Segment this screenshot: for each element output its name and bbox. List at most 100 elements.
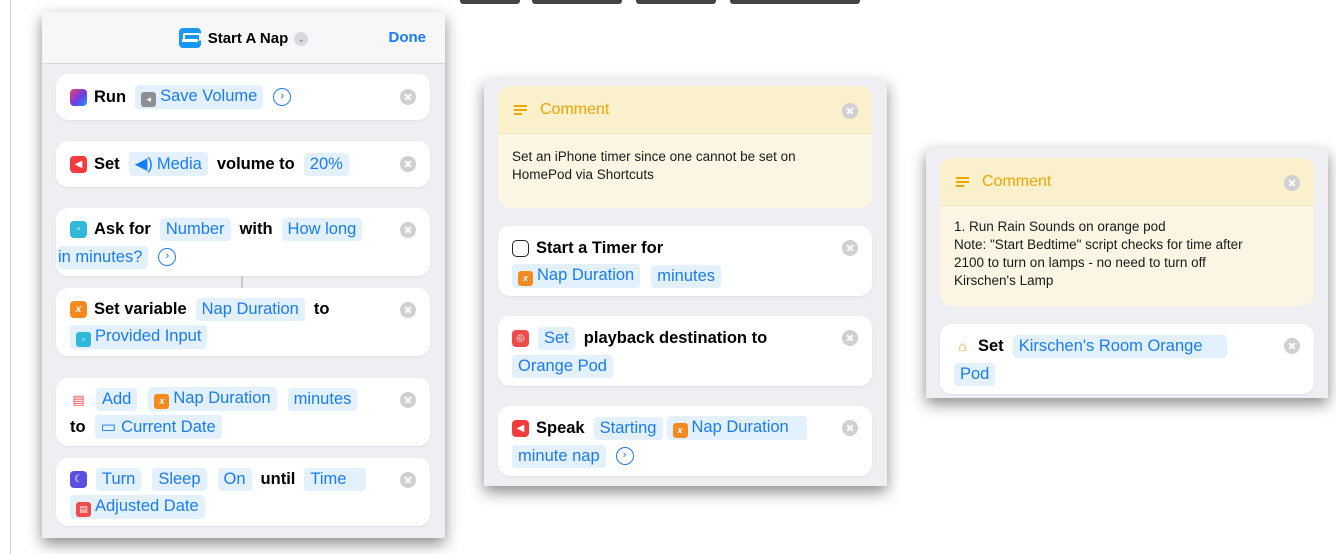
- comment-title: Comment: [540, 101, 610, 118]
- action-run-shortcut[interactable]: Run ◂ Save Volume ›: [56, 74, 430, 120]
- prompt-token-continued[interactable]: in minutes?: [58, 245, 149, 269]
- action-start-timer[interactable]: Start a Timer for x Nap Duration minutes: [498, 226, 872, 296]
- prompt-token[interactable]: How long: [281, 217, 363, 241]
- action-verb: Start a Timer for: [536, 238, 664, 257]
- action-text: until: [260, 469, 296, 488]
- action-verb: Set: [94, 154, 120, 173]
- comment-text[interactable]: 1. Run Rain Sounds on orange pod Note: "…: [954, 218, 1298, 290]
- action-verb: Speak: [536, 418, 585, 437]
- action-set-variable[interactable]: x Set variable Nap Duration to ▫ Provided…: [56, 288, 430, 356]
- speak-text-token-continued[interactable]: minute nap: [512, 444, 606, 468]
- action-connector: [241, 276, 243, 288]
- focus-mode-token[interactable]: Sleep: [152, 467, 207, 491]
- action-set-focus[interactable]: ☾ Turn Sleep On until Time ▤ Adjusted Dat…: [56, 458, 430, 526]
- calendar-icon: ▤: [70, 390, 87, 408]
- done-button[interactable]: Done: [389, 29, 427, 46]
- variable-token-label: Nap Duration: [691, 418, 789, 436]
- action-verb: Set variable: [94, 299, 187, 318]
- variable-token-label: Nap Duration: [173, 389, 271, 407]
- remove-action-icon[interactable]: [400, 222, 416, 238]
- ask-input-icon: ▫: [76, 332, 91, 347]
- action-speak[interactable]: ◀ Speak Starting x Nap Duration minute na…: [498, 406, 872, 476]
- clock-icon: [512, 239, 529, 257]
- remove-action-icon[interactable]: [842, 103, 858, 119]
- comment-action[interactable]: Comment 1. Run Rain Sounds on orange pod…: [940, 158, 1314, 306]
- remove-action-icon[interactable]: [400, 302, 416, 318]
- comment-action[interactable]: Comment Set an iPhone timer since one ca…: [498, 86, 872, 208]
- chevron-right-circle-icon[interactable]: ›: [158, 248, 177, 266]
- shortcut-actions-panel-3: Comment 1. Run Rain Sounds on orange pod…: [926, 148, 1328, 398]
- remove-action-icon[interactable]: [842, 330, 858, 346]
- variable-token[interactable]: x Nap Duration: [512, 264, 641, 288]
- variable-icon: x: [70, 300, 87, 318]
- variable-token[interactable]: x Nap Duration: [666, 416, 807, 440]
- toggle-token[interactable]: Turn: [96, 467, 142, 491]
- input-type-token[interactable]: Number: [159, 217, 231, 241]
- remove-action-icon[interactable]: [1284, 175, 1300, 191]
- variable-token-label: Nap Duration: [537, 266, 635, 284]
- current-date-label: Current Date: [121, 418, 216, 436]
- action-verb: Set: [978, 336, 1004, 355]
- scene-token-continued[interactable]: Pod: [954, 362, 996, 386]
- ask-input-icon: ▫: [70, 220, 87, 238]
- device-token[interactable]: Orange Pod: [512, 354, 613, 378]
- comment-text[interactable]: Set an iPhone timer since one cannot be …: [512, 148, 856, 184]
- remove-action-icon[interactable]: [1284, 338, 1300, 354]
- remove-action-icon[interactable]: [400, 89, 416, 105]
- home-icon: ⌂: [954, 337, 971, 355]
- shortcut-title-button[interactable]: Start A Nap ⌄: [42, 28, 445, 48]
- shortcut-title: Start A Nap: [207, 30, 289, 47]
- cropped-text-fragment: [460, 0, 870, 6]
- operation-token[interactable]: Add: [96, 387, 138, 411]
- text-lines-icon: [956, 177, 969, 187]
- variable-icon: x: [154, 394, 170, 409]
- action-set-playback-destination[interactable]: ◎ Set playback destination to Orange Pod: [498, 316, 872, 386]
- remove-action-icon[interactable]: [400, 156, 416, 172]
- provided-input-token[interactable]: ▫ Provided Input: [70, 325, 208, 349]
- moon-icon: ☾: [70, 470, 87, 488]
- action-adjust-date[interactable]: ▤ Add x Nap Duration minutes to ▭ Current …: [56, 378, 430, 446]
- airplay-icon: ◎: [512, 329, 529, 347]
- action-text: to: [313, 299, 330, 318]
- shortcut-token-label: Save Volume: [160, 87, 258, 105]
- scene-token[interactable]: Kirschen's Room Orange: [1012, 334, 1227, 358]
- action-ask-for-input[interactable]: ▫ Ask for Number with How long in minute…: [56, 208, 430, 276]
- chevron-down-icon[interactable]: ⌄: [294, 32, 309, 46]
- action-text: playback destination to: [583, 328, 768, 347]
- chevron-right-circle-icon[interactable]: ›: [615, 447, 634, 465]
- window-edge-line: [10, 0, 11, 554]
- volume-icon: ◀: [70, 155, 87, 173]
- unit-token[interactable]: minutes: [287, 387, 358, 411]
- adjusted-date-label: Adjusted Date: [95, 497, 199, 515]
- current-date-token[interactable]: ▭ Current Date: [94, 415, 222, 439]
- calendar-icon: ▭: [100, 418, 117, 436]
- shortcuts-app-icon: [70, 88, 87, 106]
- until-token[interactable]: Time: [304, 467, 367, 491]
- unit-token[interactable]: minutes: [651, 264, 722, 288]
- remove-action-icon[interactable]: [400, 392, 416, 408]
- variable-name-token[interactable]: Nap Duration: [195, 297, 305, 321]
- variable-icon: x: [672, 423, 688, 438]
- bed-icon: [178, 28, 201, 48]
- provided-input-label: Provided Input: [95, 327, 202, 345]
- speak-text-token[interactable]: Starting: [593, 416, 663, 440]
- set-token[interactable]: Set: [538, 326, 575, 350]
- action-set-volume[interactable]: ◀ Set ◀) Media volume to 20%: [56, 141, 430, 187]
- media-token[interactable]: ◀) Media: [128, 152, 208, 176]
- nav-bar: Start A Nap ⌄ Done: [42, 12, 445, 64]
- calendar-icon: ▤: [76, 502, 91, 517]
- remove-action-icon[interactable]: [400, 472, 416, 488]
- action-text: to: [70, 417, 86, 436]
- volume-value-token[interactable]: 20%: [303, 152, 349, 176]
- state-token[interactable]: On: [217, 467, 252, 491]
- remove-action-icon[interactable]: [842, 240, 858, 256]
- remove-action-icon[interactable]: [842, 420, 858, 436]
- adjusted-date-token[interactable]: ▤ Adjusted Date: [70, 495, 205, 519]
- chevron-right-circle-icon[interactable]: ›: [273, 88, 292, 106]
- variable-icon: x: [518, 271, 533, 286]
- action-verb: Ask for: [94, 219, 151, 238]
- action-set-home-scene[interactable]: ⌂ Set Kirschen's Room Orange Pod: [940, 324, 1314, 394]
- variable-token[interactable]: x Nap Duration: [148, 387, 277, 411]
- shortcut-token[interactable]: ◂ Save Volume: [135, 85, 264, 109]
- shortcut-actions-panel-2: Comment Set an iPhone timer since one ca…: [484, 80, 887, 486]
